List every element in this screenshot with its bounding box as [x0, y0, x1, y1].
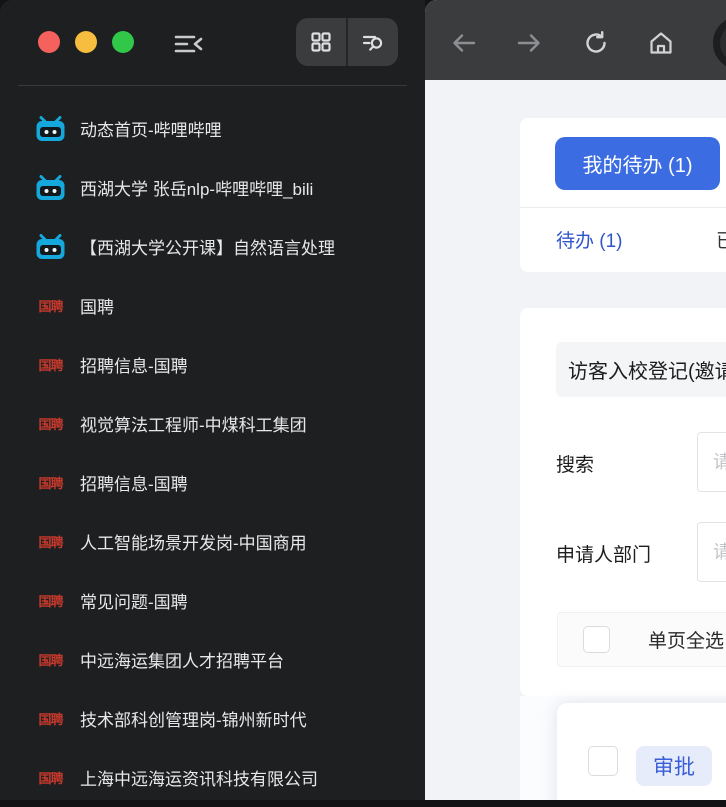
zoom-window-button[interactable]: [112, 31, 134, 53]
sidebar-tab-bilibili-zhangyue-nlp[interactable]: 西湖大学 张岳nlp-哔哩哔哩_bili: [0, 158, 425, 217]
card-divider: [520, 207, 726, 208]
avatar[interactable]: [713, 16, 726, 70]
select-all-label: 单页全选: [648, 631, 725, 652]
sidebar-tab-cosco-platform[interactable]: 国聘 中远海运集团人才招聘平台: [0, 630, 425, 689]
browser-window: 我的待办 (1) 待办 (1) 已办 访客入校登记(邀请码) 搜索 申请人部门 …: [425, 0, 726, 800]
home-icon: [648, 30, 674, 56]
tab-title: 视觉算法工程师-中煤科工集团: [80, 416, 307, 435]
applicant-dept-label: 申请人部门: [556, 545, 652, 566]
reload-icon: [583, 30, 609, 56]
bilibili-icon: [36, 174, 65, 201]
sidebar-tab-guopin-faq[interactable]: 国聘 常见问题-国聘: [0, 571, 425, 630]
search-label: 搜索: [556, 455, 595, 476]
tab-done[interactable]: 已办: [716, 207, 726, 272]
back-icon: [451, 30, 477, 56]
approval-row-card: 审批: [557, 703, 726, 800]
select-all-bar: 单页全选: [557, 612, 726, 667]
sidebar-tab-shanghai-cosco[interactable]: 国聘 上海中远海运资讯科技有限公司: [0, 748, 425, 807]
guopin-icon: 国聘: [38, 299, 63, 314]
home-button[interactable]: [648, 30, 674, 56]
select-all-checkbox[interactable]: [583, 626, 610, 653]
guopin-icon: 国聘: [38, 476, 63, 491]
vertical-tab-list: 动态首页-哔哩哔哩 西湖大学 张岳nlp-哔哩哔哩_bili 【西湖大学公开课】…: [0, 99, 425, 807]
search-tabs-button[interactable]: [348, 18, 398, 66]
tab-todo[interactable]: 待办 (1): [556, 207, 623, 272]
guopin-icon: 国聘: [38, 358, 63, 373]
sidebar-header-divider: [18, 85, 407, 86]
my-todo-button[interactable]: 我的待办 (1): [555, 137, 720, 190]
row-checkbox[interactable]: [588, 746, 618, 776]
page-content: 我的待办 (1) 待办 (1) 已办 访客入校登记(邀请码) 搜索 申请人部门 …: [425, 80, 726, 800]
tab-title: 上海中远海运资讯科技有限公司: [80, 770, 318, 789]
tab-title: 人工智能场景开发岗-中国商用: [80, 534, 307, 553]
approval-type-select[interactable]: 访客入校登记(邀请码): [556, 342, 726, 397]
tab-title: 常见问题-国聘: [80, 593, 188, 612]
todo-header-card: 我的待办 (1) 待办 (1) 已办: [520, 118, 726, 272]
back-button[interactable]: [451, 30, 477, 56]
approve-button[interactable]: 审批: [636, 746, 712, 786]
tab-title: 招聘信息-国聘: [80, 357, 188, 376]
tab-title: 【西湖大学公开课】自然语言处理: [80, 239, 335, 258]
sidebar-tab-guopin-jobs-2[interactable]: 国聘 招聘信息-国聘: [0, 453, 425, 512]
guopin-icon: 国聘: [38, 535, 63, 550]
tab-title: 招聘信息-国聘: [80, 475, 188, 494]
search-list-icon: [361, 30, 385, 54]
tab-title: 技术部科创管理岗-锦州新时代: [80, 711, 307, 730]
reload-button[interactable]: [583, 30, 609, 56]
guopin-icon: 国聘: [38, 771, 63, 786]
sidebar-tab-bilibili-open-course[interactable]: 【西湖大学公开课】自然语言处理: [0, 217, 425, 276]
tab-title: 中远海运集团人才招聘平台: [80, 652, 284, 671]
sidebar-view-toggle: [296, 18, 398, 66]
grid-view-button[interactable]: [296, 18, 346, 66]
tab-title: 国聘: [80, 298, 114, 317]
forward-icon: [516, 30, 542, 56]
tab-title: 西湖大学 张岳nlp-哔哩哔哩_bili: [80, 180, 314, 199]
guopin-icon: 国聘: [38, 653, 63, 668]
sidebar-tab-tech-dept-job[interactable]: 国聘 技术部科创管理岗-锦州新时代: [0, 689, 425, 748]
sidebar-tab-vision-engineer[interactable]: 国聘 视觉算法工程师-中煤科工集团: [0, 394, 425, 453]
grid-icon: [309, 30, 333, 54]
tab-title: 动态首页-哔哩哔哩: [80, 121, 222, 140]
close-window-button[interactable]: [38, 31, 60, 53]
applicant-dept-input[interactable]: [697, 522, 726, 582]
forward-button[interactable]: [516, 30, 542, 56]
guopin-icon: 国聘: [38, 594, 63, 609]
sidebar-tab-guopin[interactable]: 国聘 国聘: [0, 276, 425, 335]
browser-toolbar: [425, 0, 726, 80]
bilibili-icon: [36, 115, 65, 142]
sidebar-tab-bilibili-home[interactable]: 动态首页-哔哩哔哩: [0, 99, 425, 158]
collapse-sidebar-button[interactable]: [172, 32, 206, 56]
sidebar-tab-ai-scene-dev[interactable]: 国聘 人工智能场景开发岗-中国商用: [0, 512, 425, 571]
guopin-icon: 国聘: [38, 712, 63, 727]
sidebar-tab-guopin-jobs-1[interactable]: 国聘 招聘信息-国聘: [0, 335, 425, 394]
minimize-window-button[interactable]: [75, 31, 97, 53]
collapse-sidebar-icon: [174, 33, 204, 55]
sidebar-window: 动态首页-哔哩哔哩 西湖大学 张岳nlp-哔哩哔哩_bili 【西湖大学公开课】…: [0, 0, 425, 800]
filter-card: 访客入校登记(邀请码) 搜索 申请人部门 单页全选: [520, 308, 726, 696]
bilibili-icon: [36, 233, 65, 260]
guopin-icon: 国聘: [38, 417, 63, 432]
search-input[interactable]: [697, 432, 726, 492]
